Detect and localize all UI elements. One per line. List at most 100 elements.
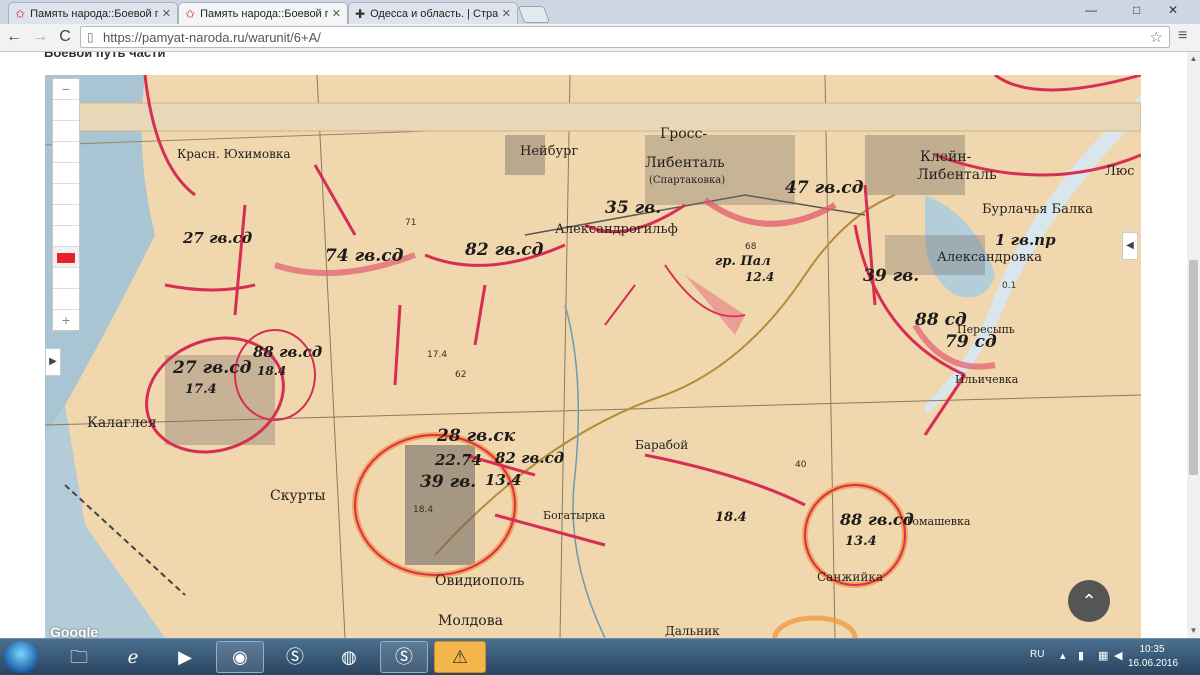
google-logo: Google bbox=[50, 624, 99, 638]
scrollbar-thumb[interactable] bbox=[1189, 260, 1198, 475]
zoom-level-step[interactable] bbox=[53, 184, 79, 205]
chrome-icon[interactable]: ◉ bbox=[216, 641, 264, 673]
action-center-icon[interactable]: ▦ bbox=[1098, 649, 1108, 662]
unit-label: 39 гв. bbox=[863, 266, 919, 286]
unit-label: 18.4 bbox=[257, 364, 286, 378]
address-bar[interactable]: ▯ https://pamyat-naroda.ru/warunit/6+A/ … bbox=[80, 26, 1170, 48]
map-label: Богатырка bbox=[543, 509, 606, 522]
system-clock[interactable]: 10:35 16.06.2016 bbox=[1128, 643, 1179, 671]
warning-icon[interactable]: ⚠ bbox=[434, 641, 486, 673]
page-content: Боевой путь части Красн. Юхимовка Нейбур… bbox=[0, 52, 1187, 638]
unit-label: 27 гв.сд bbox=[172, 358, 252, 378]
firefox-icon[interactable]: ◍ bbox=[326, 641, 372, 673]
browser-toolbar: ← → C ▯ https://pamyat-naroda.ru/warunit… bbox=[0, 24, 1200, 52]
maximize-button[interactable]: □ bbox=[1133, 3, 1140, 17]
panel-right-arrow-icon[interactable]: ◀ bbox=[1122, 232, 1138, 260]
zoom-level-step[interactable] bbox=[53, 142, 79, 163]
map-label: Калаглея bbox=[87, 415, 157, 431]
start-button[interactable] bbox=[4, 641, 38, 673]
close-icon[interactable]: ✕ bbox=[162, 7, 171, 20]
zoom-out-button[interactable]: − bbox=[53, 79, 79, 100]
scroll-up-arrow-icon[interactable]: ▲ bbox=[1187, 52, 1200, 66]
elevation-label: 62 bbox=[455, 370, 466, 380]
red-star-icon: ✩ bbox=[15, 6, 26, 21]
zoom-level-step[interactable] bbox=[53, 163, 79, 184]
unit-label: 1 гв.пр bbox=[995, 231, 1056, 249]
elevation-label: 68 bbox=[745, 242, 757, 252]
file-explorer-icon[interactable]: 🗀 bbox=[56, 641, 102, 673]
menu-button[interactable]: ≡ bbox=[1178, 27, 1187, 45]
map-label: Томашевка bbox=[905, 515, 971, 528]
zoom-level-step[interactable] bbox=[53, 268, 79, 289]
media-player-icon[interactable]: ▶ bbox=[162, 641, 208, 673]
page-scrollbar[interactable]: ▲ ▼ bbox=[1187, 52, 1200, 638]
zoom-level-step[interactable] bbox=[53, 205, 79, 226]
zoom-slider[interactable]: − + bbox=[52, 78, 80, 331]
bookmark-star-icon[interactable]: ☆ bbox=[1150, 28, 1163, 46]
unit-label: 13.4 bbox=[845, 534, 877, 549]
show-hidden-icons-icon[interactable]: ▴ bbox=[1060, 649, 1066, 662]
map-label: Санжийка bbox=[817, 570, 883, 584]
map-label: Бурлачья Балка bbox=[982, 202, 1093, 217]
map-label: Овидиополь bbox=[435, 573, 525, 589]
unit-label: 88 сд bbox=[914, 310, 967, 330]
elevation-label: 0.1 bbox=[1002, 281, 1016, 291]
unit-label: 28 гв.ск bbox=[436, 426, 516, 446]
zoom-in-button[interactable]: + bbox=[53, 310, 79, 330]
reload-button[interactable]: C bbox=[55, 27, 75, 47]
close-icon[interactable]: ✕ bbox=[502, 7, 511, 20]
unit-label: 88 гв.сд bbox=[839, 510, 914, 529]
tab-label: Память народа::Боевой п bbox=[30, 7, 158, 20]
volume-icon[interactable]: ◀ bbox=[1114, 649, 1122, 662]
tab-label: Одесса и область. | Стра bbox=[370, 7, 498, 20]
unit-label: гр. Пал bbox=[715, 254, 771, 269]
skype-icon[interactable]: Ⓢ bbox=[380, 641, 428, 673]
zoom-level-step[interactable] bbox=[53, 121, 79, 142]
scroll-down-arrow-icon[interactable]: ▼ bbox=[1187, 624, 1200, 638]
unit-label: 18.4 bbox=[715, 510, 747, 525]
skype-icon[interactable]: Ⓢ bbox=[272, 641, 318, 673]
zoom-level-current[interactable] bbox=[53, 247, 79, 268]
map-label: Либенталь bbox=[645, 155, 725, 171]
map-label: (Спартаковка) bbox=[649, 175, 725, 186]
unit-label: 47 гв.сд bbox=[785, 178, 864, 198]
minimize-button[interactable]: — bbox=[1085, 3, 1097, 17]
zoom-level-step[interactable] bbox=[53, 289, 79, 310]
cross-icon: ✚ bbox=[355, 6, 366, 21]
new-tab-button[interactable] bbox=[517, 6, 551, 23]
back-button[interactable]: ← bbox=[4, 27, 24, 47]
unit-label: 22.74 bbox=[434, 451, 482, 469]
map-label: Ильичевка bbox=[955, 373, 1019, 386]
elevation-label: 18.4 bbox=[413, 505, 433, 515]
map-label: Дальник bbox=[665, 624, 720, 638]
language-indicator[interactable]: RU bbox=[1030, 649, 1044, 660]
unit-label: 82 гв.сд bbox=[464, 240, 544, 260]
map-label: Гросс- bbox=[660, 126, 707, 142]
clock-date: 16.06.2016 bbox=[1128, 658, 1179, 669]
close-icon[interactable]: ✕ bbox=[332, 7, 341, 20]
unit-label: 79 сд bbox=[945, 332, 997, 352]
tab-odessa[interactable]: ✚ Одесса и область. | Стра ✕ bbox=[348, 2, 518, 24]
map-label: Барабой bbox=[635, 438, 688, 452]
unit-label: 35 гв. bbox=[605, 198, 661, 218]
panel-left-arrow-icon[interactable]: ▶ bbox=[45, 348, 61, 376]
map-label: Скурты bbox=[270, 488, 326, 504]
map-label: Красн. Юхимовка bbox=[177, 147, 291, 161]
scroll-to-top-button[interactable]: ⌃ bbox=[1068, 580, 1110, 622]
elevation-label: 40 bbox=[795, 460, 807, 470]
unit-label: 27 гв.сд bbox=[182, 229, 252, 247]
tab-strip: ✩ Память народа::Боевой п ✕ ✩ Память нар… bbox=[0, 0, 1200, 24]
unit-label: 13.4 bbox=[485, 471, 522, 489]
zoom-level-step[interactable] bbox=[53, 100, 79, 121]
close-window-button[interactable]: ✕ bbox=[1168, 3, 1178, 17]
zoom-level-step[interactable] bbox=[53, 226, 79, 247]
tab-pamyat-2[interactable]: ✩ Память народа::Боевой п ✕ bbox=[178, 2, 348, 24]
internet-explorer-icon[interactable]: ℯ bbox=[110, 641, 156, 673]
clock-time: 10:35 bbox=[1139, 644, 1165, 655]
tab-pamyat-1[interactable]: ✩ Память народа::Боевой п ✕ bbox=[8, 2, 178, 24]
map-label: Люс bbox=[1105, 164, 1134, 179]
forward-button[interactable]: → bbox=[30, 27, 50, 47]
url-text[interactable]: https://pamyat-naroda.ru/warunit/6+A/ bbox=[103, 30, 321, 45]
map-view[interactable]: Красн. Юхимовка Нейбург Гросс- Либенталь… bbox=[45, 75, 1141, 638]
network-icon[interactable]: ▮ bbox=[1078, 649, 1084, 662]
